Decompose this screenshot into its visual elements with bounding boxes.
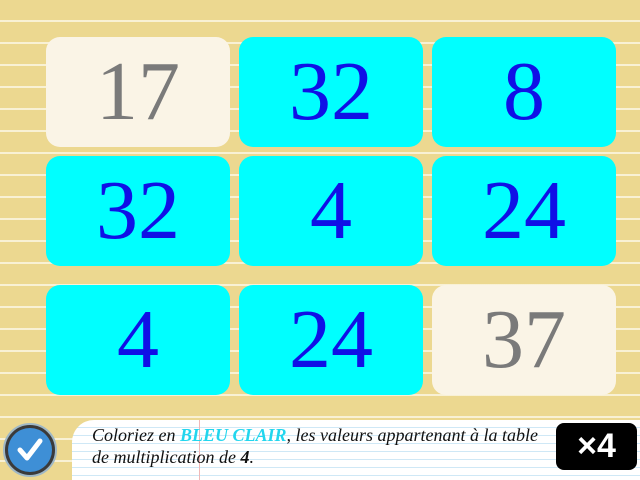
- tile-8[interactable]: 24: [239, 285, 423, 395]
- instruction-text-part3: .: [249, 447, 254, 467]
- tile-1[interactable]: 17: [46, 37, 230, 147]
- instruction-color-name: BLEU CLAIR: [180, 425, 287, 445]
- checkmark-icon: [17, 438, 43, 461]
- instruction-card: Coloriez en BLEU CLAIR, les valeurs appa…: [72, 420, 640, 480]
- instruction-text-part1: Coloriez en: [92, 425, 180, 445]
- tile-5[interactable]: 4: [239, 156, 423, 266]
- number-grid: 17 32 8 32 4 24 4 24 37: [0, 0, 640, 400]
- tile-2[interactable]: 32: [239, 37, 423, 147]
- tile-3[interactable]: 8: [432, 37, 616, 147]
- tile-6[interactable]: 24: [432, 156, 616, 266]
- check-button[interactable]: [3, 423, 57, 477]
- tile-4[interactable]: 32: [46, 156, 230, 266]
- multiplier-badge: ×4: [556, 423, 637, 470]
- footer-bar: Coloriez en BLEU CLAIR, les valeurs appa…: [0, 400, 640, 480]
- check-button-face: [8, 428, 52, 472]
- tile-7[interactable]: 4: [46, 285, 230, 395]
- tile-9[interactable]: 37: [432, 285, 616, 395]
